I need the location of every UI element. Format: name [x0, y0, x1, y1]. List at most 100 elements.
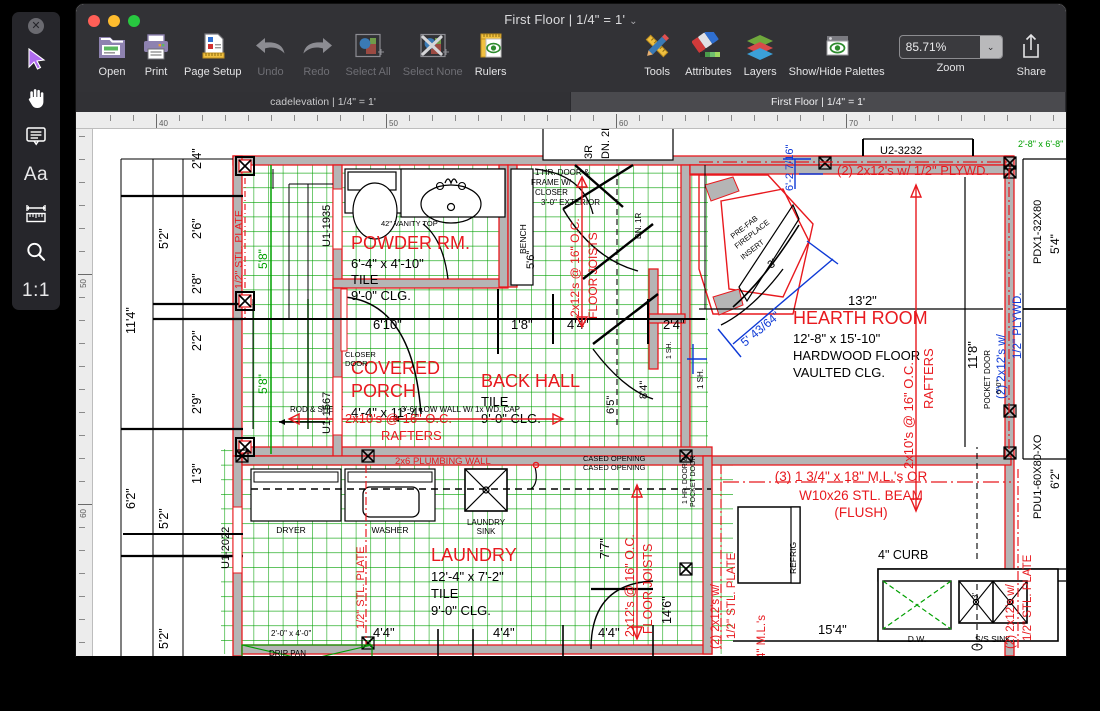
- hand-pan-icon[interactable]: [14, 79, 58, 118]
- minimize-window-button[interactable]: [108, 15, 120, 27]
- hruler-label-60: 60: [619, 119, 628, 128]
- hruler-scale: 40 50 60 70: [93, 112, 1066, 128]
- dim-0-small: 3': [971, 593, 980, 599]
- dim-5-2-b: 5'2": [157, 508, 171, 529]
- dim-5-2-a: 5'2": [157, 228, 171, 249]
- print-label: Print: [144, 66, 168, 78]
- rulers-button[interactable]: Rulers: [469, 30, 513, 78]
- dim-2-8: 2'8": [190, 273, 204, 294]
- note-mls-or: (3) 1 3/4" x 18" M.L.'s OR: [775, 469, 928, 484]
- hruler-ticks: [110, 114, 1054, 128]
- hr-door-line1: FRAME W/: [531, 178, 572, 187]
- dim-2-9: 2'9": [190, 393, 204, 414]
- show-hide-palettes-label: Show/Hide Palettes: [788, 66, 885, 78]
- show-hide-palettes-button[interactable]: Show/Hide Palettes: [783, 30, 891, 78]
- dim-5-2-c: 5'2": [157, 628, 171, 649]
- dryer-label: DRYER: [276, 525, 306, 535]
- dim-4-4-c: 4'4": [493, 625, 515, 640]
- select-none-button[interactable]: Select None: [397, 30, 469, 78]
- show-hide-palettes-icon: [821, 30, 853, 64]
- layers-button[interactable]: Layers: [738, 30, 783, 78]
- dim-6-2-right: 6'2": [1048, 469, 1062, 489]
- vertical-ruler[interactable]: 50 60: [76, 129, 93, 656]
- refrigerator: REFRIG: [737, 506, 801, 584]
- note-comment-icon[interactable]: [14, 117, 58, 156]
- note-2x10s-16oc-left: 2x10's @ 16" O.C.: [345, 411, 452, 426]
- actual-size-icon[interactable]: 1:1: [14, 271, 58, 310]
- label-u2-3232: U2-3232: [880, 145, 922, 157]
- tools-button[interactable]: Tools: [635, 30, 679, 78]
- dim-15-4: 15'4": [818, 622, 847, 637]
- stair-dn-label: 3R: [583, 145, 595, 159]
- room-clg-laundry: 9'-0" CLG.: [431, 603, 491, 618]
- room-name-hearth: HEARTH ROOM: [793, 308, 928, 328]
- horizontal-ruler[interactable]: 40 50 60 70: [76, 112, 1066, 129]
- drawing-paper[interactable]: PRE-FAB FIREPLACE INSERT 3' 11'4" 6'2" 5…: [93, 129, 1066, 656]
- note-w10x26: W10x26 STL. BEAM: [799, 488, 923, 503]
- open-button[interactable]: Open: [90, 30, 134, 78]
- dim-2-6: 2'6": [190, 218, 204, 239]
- fireplace-bay: PRE-FAB FIREPLACE INSERT 3': [698, 174, 814, 326]
- door-small-dim: 6'-0": [996, 380, 1003, 394]
- laundry-sink-label-2: SINK: [477, 527, 496, 536]
- undo-button[interactable]: Undo: [248, 30, 294, 78]
- text-icon[interactable]: Aa: [14, 156, 58, 195]
- zoom-caption: Zoom: [936, 62, 965, 74]
- right-wall-labels: PDX1-32X80 5'4" PDU1-60X80-XO 6'2": [1022, 158, 1066, 519]
- cased-opening-label: CASED OPENING: [583, 463, 646, 472]
- dim-6-2: 6'2": [124, 488, 138, 509]
- vanity-top-label: 42" VANITY TOP: [381, 219, 438, 228]
- note-2x12s-16oc-bh: 2x12's @ 16" O.C.: [568, 218, 582, 317]
- magnifier-icon[interactable]: [14, 233, 58, 272]
- pocket-door-label: POCKET DOOR: [690, 455, 697, 507]
- refrig-label: REFRIG: [788, 542, 798, 574]
- tab-cadelevation[interactable]: cadelevation | 1/4" = 1': [76, 92, 571, 112]
- printer-icon: [140, 30, 172, 64]
- close-window-button[interactable]: [88, 15, 100, 27]
- palette-close-icon[interactable]: ✕: [28, 18, 44, 34]
- print-button[interactable]: Print: [134, 30, 178, 78]
- share-button[interactable]: Share: [1011, 30, 1052, 78]
- note-2-2x12s-w: (2) 2x12's w/: [710, 583, 722, 649]
- arrow-cursor-icon[interactable]: [14, 40, 58, 79]
- note-2x6-plumbing-wall: 2x6 PLUMBING WALL: [395, 456, 491, 467]
- tab-first-floor[interactable]: First Floor | 1/4" = 1': [571, 92, 1066, 112]
- rulers-label: Rulers: [474, 66, 507, 78]
- vruler-label-50: 50: [79, 279, 88, 288]
- note-flush: (FLUSH): [834, 505, 887, 520]
- maximize-window-button[interactable]: [128, 15, 140, 27]
- redo-button[interactable]: Redo: [294, 30, 340, 78]
- document-tab-bar: cadelevation | 1/4" = 1' First Floor | 1…: [76, 92, 1066, 112]
- canvas-area[interactable]: 50 60 PRE-FAB FIREPLACE INSERT 3' 11'4" …: [76, 129, 1066, 656]
- label-u1-1935: U1-1935: [321, 205, 333, 247]
- title-chevron-icon[interactable]: ⌄: [629, 16, 638, 27]
- green-dim-5-8-b: 5'8": [256, 374, 270, 394]
- zoom-combobox[interactable]: 85.71% ⌄: [898, 35, 1003, 59]
- window-controls[interactable]: [88, 15, 140, 27]
- page-setup-icon: [197, 30, 229, 64]
- share-icon: [1017, 30, 1045, 64]
- dim-5-6: 5'6": [525, 251, 537, 269]
- chevron-down-icon[interactable]: ⌄: [979, 36, 1002, 58]
- note-plywd-right-b: 1/2" PLYWD.: [1012, 292, 1024, 359]
- room-size-hearth: 12'-8" x 15'-10": [793, 331, 881, 346]
- ext-door-size: CLOSER: [345, 350, 376, 359]
- page-setup-label: Page Setup: [184, 66, 242, 78]
- folder-open-icon: [96, 30, 128, 64]
- floor-plan-drawing[interactable]: PRE-FAB FIREPLACE INSERT 3' 11'4" 6'2" 5…: [93, 129, 1066, 656]
- vruler-ticks: [78, 136, 92, 643]
- dim-4-4-b: 4'4": [373, 625, 395, 640]
- note-2-2x12s-w-right: (2) 2x12's w/: [1005, 583, 1017, 649]
- tool-palette: ✕ Aa 1:1: [12, 12, 60, 310]
- attributes-button[interactable]: Attributes: [679, 30, 737, 78]
- redo-arrow-icon: [300, 30, 334, 64]
- hr-door-line3: 3'-0" EXTERIOR: [541, 198, 600, 207]
- select-none-icon: [416, 30, 450, 64]
- tools-label: Tools: [644, 66, 670, 78]
- page-setup-button[interactable]: Page Setup: [178, 30, 248, 78]
- select-all-button[interactable]: Select All: [340, 30, 397, 78]
- window-bottom-bar: [76, 656, 1066, 711]
- zoom-value[interactable]: 85.71%: [900, 40, 980, 54]
- attributes-icon: [692, 30, 724, 64]
- measure-icon[interactable]: [14, 194, 58, 233]
